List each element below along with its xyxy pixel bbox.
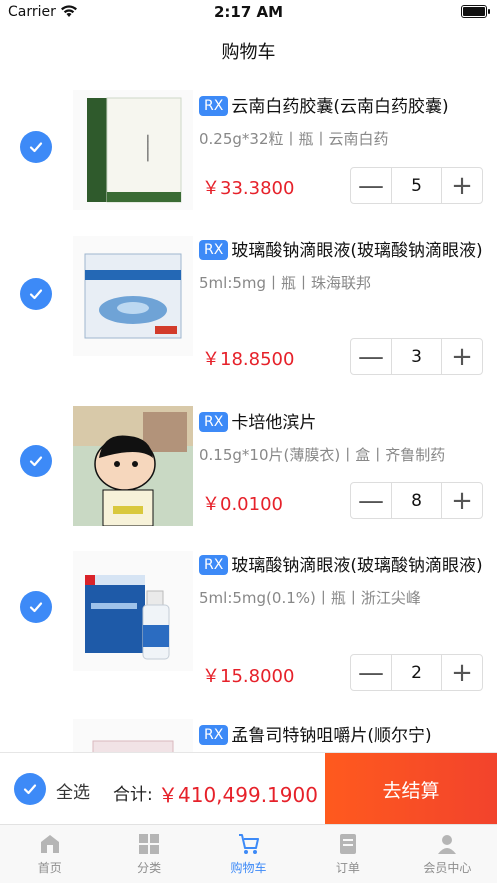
tab-label: 会员中心	[423, 861, 472, 875]
quantity-stepper: — 5 +	[350, 167, 483, 204]
tab-home[interactable]: 首页	[0, 825, 99, 883]
tab-cart[interactable]: 购物车	[199, 825, 298, 883]
quantity-value[interactable]: 2	[391, 655, 442, 690]
page-title: 购物车	[221, 42, 276, 63]
cart-icon	[238, 834, 259, 854]
product-price: ￥18.8500	[202, 349, 295, 370]
product-image[interactable]	[73, 236, 193, 356]
quantity-stepper: — 8 +	[350, 482, 483, 519]
quantity-value[interactable]: 3	[391, 339, 442, 374]
checkout-button[interactable]: 去结算	[325, 753, 497, 825]
tab-label: 购物车	[230, 861, 267, 875]
product-name-text: 玻璃酸钠滴眼液(玻璃酸钠滴眼液)	[231, 241, 483, 261]
order-icon	[339, 834, 356, 854]
product-name-text: 玻璃酸钠滴眼液(玻璃酸钠滴眼液)	[231, 556, 483, 576]
rx-badge: RX	[199, 412, 229, 432]
status-time: 2:17 AM	[213, 3, 284, 21]
check-icon	[29, 602, 43, 613]
decrease-button[interactable]: —	[351, 339, 391, 374]
decrease-button[interactable]: —	[351, 655, 391, 690]
product-price: ￥0.0100	[202, 494, 283, 515]
tab-member[interactable]: 会员中心	[398, 825, 497, 883]
quantity-stepper: — 3 +	[350, 338, 483, 375]
product-image[interactable]	[73, 719, 193, 752]
check-icon	[29, 456, 43, 467]
product-price: ￥33.3800	[202, 178, 295, 199]
cart-list[interactable]: ──── RX 云南白药胶囊(云南白药胶囊) 0.25g*32粒丨瓶丨云南白药 ￥…	[0, 76, 497, 752]
item-checkbox[interactable]	[20, 591, 52, 623]
svg-text:────: ────	[141, 134, 154, 162]
tab-category[interactable]: 分类	[99, 825, 198, 883]
increase-button[interactable]: +	[442, 339, 482, 374]
product-name-text: 孟鲁司特钠咀嚼片(顺尔宁)	[231, 726, 432, 746]
decrease-button[interactable]: —	[351, 483, 391, 518]
status-bar: Carrier 2:17 AM	[0, 0, 497, 26]
cart-item: ──── RX 云南白药胶囊(云南白药胶囊) 0.25g*32粒丨瓶丨云南白药 ￥…	[0, 90, 497, 215]
product-spec: 5ml:5mg(0.1%)丨瓶丨浙江尖峰	[199, 589, 421, 607]
user-icon	[438, 835, 457, 854]
cart-item: RX 孟鲁司特钠咀嚼片(顺尔宁)	[0, 719, 497, 752]
product-name[interactable]: RX 玻璃酸钠滴眼液(玻璃酸钠滴眼液)	[199, 553, 483, 579]
check-icon	[23, 784, 37, 795]
increase-button[interactable]: +	[442, 483, 482, 518]
check-icon	[29, 142, 43, 153]
decrease-button[interactable]: —	[351, 168, 391, 203]
tab-bar: 首页 分类 购物车 订单 会员中心	[0, 824, 497, 883]
tab-label: 订单	[335, 861, 360, 875]
rx-badge: RX	[199, 96, 229, 116]
tab-label: 首页	[37, 861, 62, 875]
home-icon	[40, 835, 59, 853]
product-name[interactable]: RX 卡培他滨片	[199, 410, 483, 436]
cart-item: RX 玻璃酸钠滴眼液(玻璃酸钠滴眼液) 5ml:5mg丨瓶丨珠海联邦 ￥18.85…	[0, 234, 497, 375]
product-name-text: 卡培他滨片	[231, 413, 317, 433]
grid-icon	[139, 834, 160, 854]
product-name[interactable]: RX 云南白药胶囊(云南白药胶囊)	[199, 94, 483, 120]
increase-button[interactable]: +	[442, 655, 482, 690]
cart-item: RX 玻璃酸钠滴眼液(玻璃酸钠滴眼液) 5ml:5mg(0.1%)丨瓶丨浙江尖峰 …	[0, 549, 497, 699]
product-spec: 0.15g*10片(薄膜衣)丨盒丨齐鲁制药	[199, 446, 446, 464]
rx-badge: RX	[199, 555, 229, 575]
rx-badge: RX	[199, 725, 229, 745]
product-image[interactable]	[73, 551, 193, 671]
product-spec: 5ml:5mg丨瓶丨珠海联邦	[199, 274, 372, 292]
product-image[interactable]: ────	[73, 90, 193, 210]
product-price: ￥15.8000	[202, 666, 295, 687]
item-checkbox[interactable]	[20, 445, 52, 477]
product-image[interactable]	[73, 406, 193, 526]
product-name[interactable]: RX 孟鲁司特钠咀嚼片(顺尔宁)	[199, 723, 483, 749]
tab-orders[interactable]: 订单	[298, 825, 397, 883]
total-value: ￥410,499.1900	[158, 783, 318, 807]
checkout-bar: 全选 合计: ￥410,499.1900 去结算	[0, 752, 497, 825]
item-checkbox[interactable]	[20, 278, 52, 310]
cart-item: RX 卡培他滨片 0.15g*10片(薄膜衣)丨盒丨齐鲁制药 ￥0.0100 — …	[0, 406, 497, 531]
quantity-stepper: — 2 +	[350, 654, 483, 691]
quantity-value[interactable]: 5	[391, 168, 442, 203]
quantity-value[interactable]: 8	[391, 483, 442, 518]
check-icon	[29, 289, 43, 300]
item-checkbox[interactable]	[20, 131, 52, 163]
product-spec: 0.25g*32粒丨瓶丨云南白药	[199, 130, 389, 148]
total-label: 合计:	[113, 785, 153, 805]
product-name-text: 云南白药胶囊(云南白药胶囊)	[231, 97, 449, 117]
rx-badge: RX	[199, 240, 229, 260]
select-all-label[interactable]: 全选	[56, 778, 90, 803]
battery-icon	[461, 5, 490, 18]
tab-label: 分类	[137, 861, 162, 875]
product-name[interactable]: RX 玻璃酸钠滴眼液(玻璃酸钠滴眼液)	[199, 238, 483, 264]
increase-button[interactable]: +	[442, 168, 482, 203]
select-all-checkbox[interactable]	[14, 773, 46, 805]
